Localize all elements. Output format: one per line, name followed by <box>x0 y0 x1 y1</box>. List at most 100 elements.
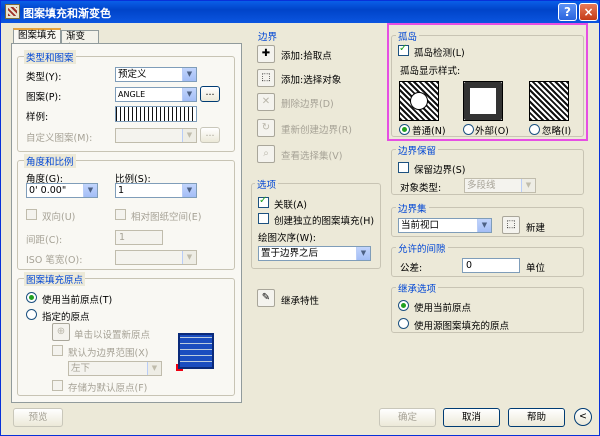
angle-value: 0' 0.00" <box>29 185 67 196</box>
window-title: 图案填充和渐变色 <box>23 7 111 20</box>
tab-gradient[interactable]: 渐变色 <box>61 30 99 54</box>
group-title: 角度和比例 <box>24 154 76 168</box>
object-type-label: 对象类型: <box>400 183 442 194</box>
relative-checkbox[interactable] <box>115 209 126 220</box>
type-value: 预定义 <box>118 69 147 80</box>
draw-order-label: 绘图次序(W): <box>258 233 317 244</box>
group-title: 图案填充原点 <box>24 272 86 286</box>
type-select[interactable]: 预定义 ▼ <box>115 67 197 82</box>
use-current-origin-radio[interactable] <box>26 292 37 303</box>
default-extent-label: 默认为边界范围(X) <box>68 348 149 359</box>
tolerance-label: 公差: <box>400 263 423 274</box>
group-title: 允许的间隙 <box>396 241 448 255</box>
tab-panel: 类型和图案 类型(Y): 预定义 ▼ 图案(P): ANGLE ▼ ... 样例: … <box>11 43 242 403</box>
hatch-app-icon <box>5 4 20 19</box>
chevron-down-icon: ▼ <box>147 362 161 375</box>
keep-boundary-checkbox[interactable] <box>398 162 409 173</box>
associative-label: 关联(A) <box>274 200 307 211</box>
remove-boundary-icon[interactable]: ✕ <box>257 93 275 111</box>
store-default-checkbox[interactable] <box>52 380 63 391</box>
object-type-value: 多段线 <box>467 180 496 191</box>
associative-checkbox[interactable] <box>258 195 269 208</box>
spacing-input[interactable]: 1 <box>115 230 163 245</box>
group-title: 类型和图案 <box>24 50 76 64</box>
pattern-value: ANGLE <box>118 90 146 99</box>
group-title: 边界保留 <box>396 143 439 157</box>
position-select[interactable]: 左下 ▼ <box>68 361 162 376</box>
inherit-source-origin-radio[interactable] <box>398 318 409 329</box>
angle-select[interactable]: 0' 0.00" ▼ <box>26 183 98 198</box>
type-pattern-group: 类型和图案 类型(Y): 预定义 ▼ 图案(P): ANGLE ▼ ... 样例: … <box>17 50 235 152</box>
independent-label: 创建独立的图案填充(H) <box>274 216 375 227</box>
inherit-current-origin-label: 使用当前原点 <box>414 303 472 314</box>
pattern-select[interactable]: ANGLE ▼ <box>115 87 197 102</box>
custom-pattern-label: 自定义图案(M): <box>26 133 93 144</box>
chevron-down-icon: ▼ <box>182 68 196 81</box>
specified-origin-radio[interactable] <box>26 309 37 320</box>
double-checkbox[interactable] <box>26 209 37 220</box>
remove-boundary-label[interactable]: 删除边界(D) <box>281 96 334 110</box>
pattern-swatch[interactable] <box>115 106 197 122</box>
inherit-properties-icon[interactable]: ✎ <box>257 289 275 307</box>
chevron-down-icon: ▼ <box>356 247 370 260</box>
border-group: 边界 ✚ 添加:拾取点 ⬚ 添加:选择对象 ✕ 删除边界(D) ↻ 重新创建边界… <box>251 29 381 175</box>
add-select-objects-icon[interactable]: ⬚ <box>257 69 275 87</box>
add-pick-label[interactable]: 添加:拾取点 <box>281 48 332 62</box>
independent-checkbox[interactable] <box>258 213 269 224</box>
boundary-set-select[interactable]: 当前视口 ▼ <box>398 218 492 233</box>
origin-group: 图案填充原点 使用当前原点(T) 指定的原点 ⊕ 单击以设置新原点 默认为边界范… <box>17 272 235 396</box>
group-title: 边界集 <box>396 201 429 215</box>
pick-origin-icon[interactable]: ⊕ <box>52 323 70 341</box>
title-close-button[interactable]: × <box>579 3 598 21</box>
boundary-set-group: 边界集 当前视口 ▼ ⬚ 新建 <box>391 201 584 237</box>
use-current-origin-label: 使用当前原点(T) <box>42 295 113 306</box>
chevron-down-icon: ▼ <box>182 251 196 264</box>
type-label: 类型(Y): <box>26 72 62 83</box>
scale-value: 1 <box>118 185 125 196</box>
title-bar: 图案填充和渐变色 ? × <box>1 1 599 23</box>
chevron-down-icon: ▼ <box>83 184 97 197</box>
add-select-label[interactable]: 添加:选择对象 <box>281 72 341 86</box>
position-value: 左下 <box>71 363 91 374</box>
draw-order-select[interactable]: 置于边界之后 ▼ <box>258 246 371 261</box>
cancel-button[interactable]: 取消 <box>443 408 500 427</box>
tolerance-input[interactable]: 0 <box>462 258 520 273</box>
preview-button[interactable]: 预览 <box>13 408 63 427</box>
chevron-down-icon: ▼ <box>477 219 491 232</box>
new-boundary-set-icon[interactable]: ⬚ <box>502 216 520 234</box>
add-pick-points-icon[interactable]: ✚ <box>257 45 275 63</box>
gap-group: 允许的间隙 公差: 0 单位 <box>391 241 584 277</box>
group-title: 边界 <box>256 29 280 43</box>
collapse-arrow-icon[interactable]: < <box>574 408 592 426</box>
view-selection-icon[interactable]: ⌕ <box>257 145 275 163</box>
ok-button[interactable]: 确定 <box>379 408 436 427</box>
options-group: 选项 关联(A) 创建独立的图案填充(H) 绘图次序(W): 置于边界之后 ▼ <box>251 177 381 269</box>
view-selection-label[interactable]: 查看选择集(V) <box>281 148 342 162</box>
relative-label: 相对图纸空间(E) <box>131 212 202 223</box>
custom-browse-button[interactable]: ... <box>200 127 220 143</box>
unit-label: 单位 <box>526 263 546 274</box>
custom-pattern-select[interactable]: ▼ <box>115 128 197 143</box>
scale-select[interactable]: 1 ▼ <box>115 183 197 198</box>
new-boundary-set-label[interactable]: 新建 <box>526 220 545 234</box>
recreate-boundary-icon[interactable]: ↻ <box>257 119 275 137</box>
tab-hatch[interactable]: 图案填充 <box>13 28 61 44</box>
inherit-options-group: 继承选项 使用当前原点 使用源图案填充的原点 <box>391 281 584 333</box>
inherit-properties-label[interactable]: 继承特性 <box>281 293 319 307</box>
double-label: 双向(U) <box>42 212 76 223</box>
title-help-button[interactable]: ? <box>558 3 577 21</box>
iso-select[interactable]: ▼ <box>115 250 197 265</box>
island-highlight-frame <box>387 23 588 141</box>
help-button[interactable]: 帮助 <box>508 408 565 427</box>
keep-boundary-label: 保留边界(S) <box>414 165 466 176</box>
recreate-boundary-label[interactable]: 重新创建边界(R) <box>281 122 352 136</box>
boundary-keep-group: 边界保留 保留边界(S) 对象类型: 多段线 ▼ <box>391 143 584 195</box>
pattern-browse-button[interactable]: ... <box>200 86 220 102</box>
angle-scale-group: 角度和比例 角度(G): 0' 0.00" ▼ 比例(S): 1 ▼ 双向(U) 相… <box>17 154 235 270</box>
group-title: 选项 <box>255 177 279 191</box>
inherit-current-origin-radio[interactable] <box>398 300 409 311</box>
chevron-down-icon: ▼ <box>182 184 196 197</box>
default-extent-checkbox[interactable] <box>52 345 63 356</box>
object-type-select[interactable]: 多段线 ▼ <box>464 178 536 193</box>
origin-marker-icon <box>176 364 183 371</box>
